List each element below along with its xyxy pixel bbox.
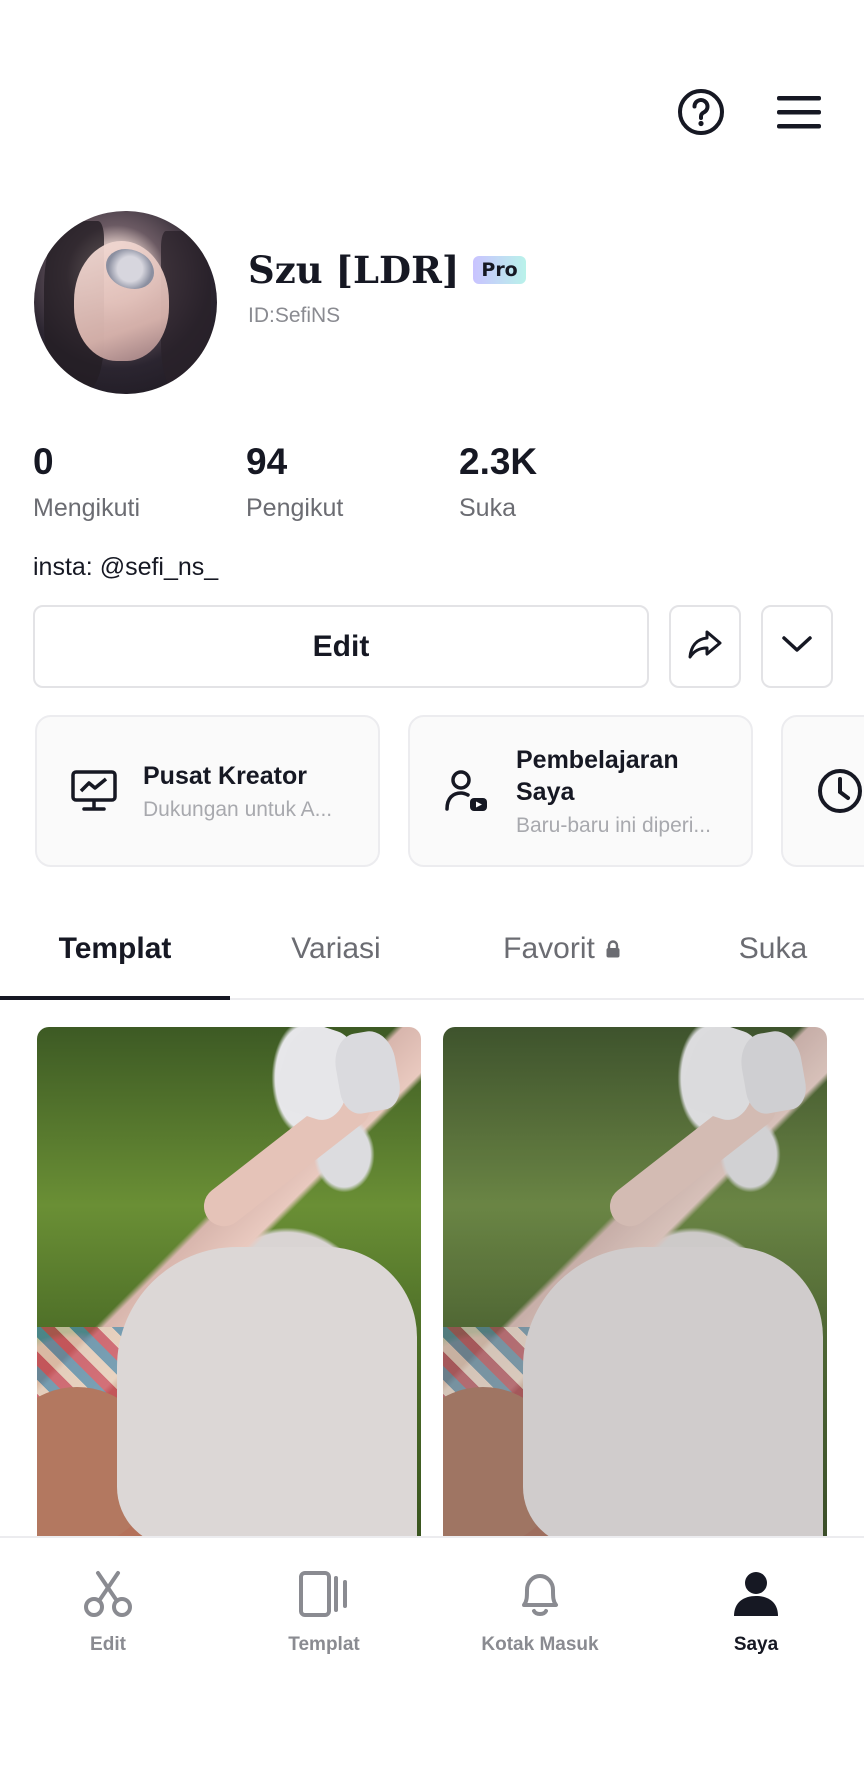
stat-followers-value: 94: [246, 441, 288, 482]
nav-inbox[interactable]: Kotak Masuk: [432, 1538, 648, 1776]
hamburger-menu-icon[interactable]: [772, 85, 826, 139]
stat-followers[interactable]: 94 Pengikut: [246, 440, 459, 523]
clock-icon: [815, 766, 864, 816]
tab-templat[interactable]: Templat: [0, 900, 230, 1000]
scissors-icon: [80, 1566, 136, 1622]
card-title: Pembelajaran Saya: [516, 746, 679, 806]
nav-edit[interactable]: Edit: [0, 1538, 216, 1776]
avatar[interactable]: [34, 211, 217, 394]
tab-label: Variasi: [291, 932, 381, 965]
nav-templat[interactable]: Templat: [216, 1538, 432, 1776]
user-play-icon: [442, 766, 492, 816]
card-subtitle: Dukungan untuk A...: [143, 798, 333, 821]
help-circle-icon[interactable]: [674, 85, 728, 139]
template-thumbnail[interactable]: [37, 1027, 421, 1537]
tab-favorit[interactable]: Favorit: [442, 900, 682, 1000]
stat-followers-label: Pengikut: [246, 494, 344, 522]
template-icon: [296, 1566, 352, 1622]
user-icon: [728, 1566, 784, 1622]
template-thumbnail[interactable]: [443, 1027, 827, 1537]
share-button[interactable]: [669, 605, 741, 688]
profile-name-row: Szu [LDR] Pro: [248, 248, 526, 292]
share-arrow-icon: [687, 628, 723, 665]
card-title: Pusat Kreator: [143, 762, 307, 790]
template-grid: [37, 1027, 827, 1537]
tab-variasi[interactable]: Variasi: [230, 900, 442, 1000]
profile-name: Szu [LDR]: [248, 248, 460, 292]
stat-likes-label: Suka: [459, 494, 516, 522]
nav-label: Saya: [733, 1634, 779, 1655]
profile-bio: insta: @sefi_ns_: [33, 553, 219, 581]
card-subtitle: Baru-baru ini diperi...: [516, 814, 711, 837]
stat-following-value: 0: [33, 441, 54, 482]
stat-following-label: Mengikuti: [33, 494, 140, 522]
nav-label: Templat: [288, 1634, 360, 1655]
stat-following[interactable]: 0 Mengikuti: [33, 440, 246, 523]
card-my-learning[interactable]: Pembelajaran Saya Baru-baru ini diperi..…: [408, 715, 753, 867]
chevron-down-icon: [781, 634, 813, 659]
top-bar: [674, 82, 826, 142]
tab-label: Templat: [58, 932, 172, 965]
nav-saya[interactable]: Saya: [648, 1538, 864, 1776]
card-history[interactable]: [781, 715, 864, 867]
stat-likes-value: 2.3K: [459, 441, 538, 482]
nav-label: Kotak Masuk: [481, 1634, 599, 1655]
tab-label: Favorit: [503, 932, 595, 965]
pro-badge: Pro: [473, 256, 526, 284]
tab-suka[interactable]: Suka: [682, 900, 864, 1000]
more-options-button[interactable]: [761, 605, 833, 688]
edit-profile-button[interactable]: Edit: [33, 605, 649, 688]
bell-icon: [512, 1566, 568, 1622]
bottom-nav: Edit Templat Kotak Masuk Saya: [0, 1536, 864, 1776]
tab-label: Suka: [738, 932, 808, 965]
stats-row: 0 Mengikuti 94 Pengikut 2.3K Suka: [33, 440, 672, 523]
profile-id: ID:SefiNS: [248, 304, 341, 327]
feature-cards: Pusat Kreator Dukungan untuk A... Pembel…: [35, 715, 864, 867]
card-creator-center[interactable]: Pusat Kreator Dukungan untuk A...: [35, 715, 380, 867]
content-tabs: Templat Variasi Favorit Suka: [0, 900, 864, 1000]
lock-icon: [605, 932, 621, 966]
stat-likes[interactable]: 2.3K Suka: [459, 440, 672, 523]
profile-actions: Edit: [33, 605, 833, 688]
nav-label: Edit: [90, 1634, 126, 1655]
monitor-chart-icon: [69, 766, 119, 816]
